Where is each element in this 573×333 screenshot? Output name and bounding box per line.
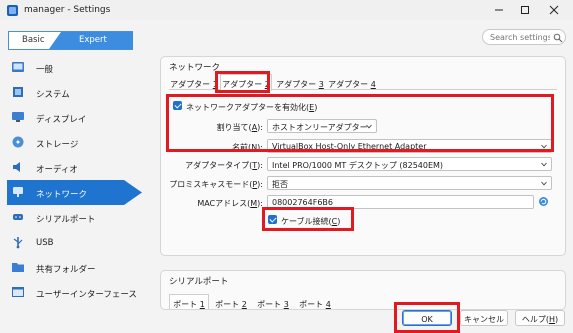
window-title: manager - Settings (24, 5, 111, 15)
window-icon (12, 287, 24, 297)
gear-icon (12, 62, 24, 72)
serial-port-panel: シリアルポート ポート 1 ポート 2 ポート 3 ポート 4 (160, 270, 566, 310)
tab-adapter-4[interactable]: アダプター 4 (327, 77, 377, 91)
promiscuous-mode-label: プロミスキャスモード(P): (169, 180, 263, 189)
search-icon[interactable] (553, 33, 563, 43)
sidebar-item-user-interface[interactable]: ユーザーインターフェース (7, 280, 142, 305)
refresh-mac-icon[interactable] (538, 196, 549, 207)
usb-icon (13, 237, 23, 249)
cancel-button[interactable]: キャンセル (460, 310, 508, 326)
sidebar-item-display[interactable]: ディスプレイ (7, 105, 142, 130)
sidebar-item-serial-port[interactable]: シリアルポート (7, 205, 142, 230)
sidebar-item-label: シリアルポート (36, 215, 96, 225)
help-button[interactable]: ヘルプ(H) (515, 310, 565, 326)
annotation-box-adapter-settings (166, 94, 554, 152)
sidebar-item-label: ネットワーク (36, 190, 88, 200)
mac-address-label: MACアドレス(M): (197, 199, 263, 208)
search-input[interactable] (490, 31, 550, 43)
speaker-icon (13, 162, 20, 172)
close-icon[interactable] (547, 3, 561, 17)
disk-icon (12, 136, 24, 148)
tab-port-1[interactable]: ポート 1 (169, 294, 209, 309)
promiscuous-mode-select[interactable]: 拒否 (267, 176, 552, 190)
sidebar-item-label: ユーザーインターフェース (36, 290, 137, 300)
sidebar-item-label: 一般 (36, 65, 54, 75)
title-bar: manager - Settings (0, 0, 573, 20)
mode-expert-button[interactable]: Expert (49, 32, 133, 49)
tab-adapter-3[interactable]: アダプター 3 (275, 77, 325, 91)
annotation-box-adapter-tab (215, 71, 270, 93)
mode-basic-button[interactable]: Basic (9, 32, 54, 49)
monitor-icon (12, 112, 24, 122)
sidebar-item-label: システム (36, 90, 70, 100)
sidebar-item-shared-folders[interactable]: 共有フォルダー (7, 255, 142, 280)
mode-toggle[interactable]: Basic Expert (8, 31, 133, 50)
serial-section-title: シリアルポート (169, 277, 229, 287)
folder-icon (12, 263, 24, 272)
chevron-down-icon (541, 162, 547, 167)
network-icon (13, 187, 23, 197)
sidebar-item-label: ストレージ (36, 140, 79, 150)
tab-port-4[interactable]: ポート 4 (295, 297, 335, 309)
tab-port-2[interactable]: ポート 2 (211, 297, 251, 309)
tab-port-3[interactable]: ポート 3 (253, 297, 293, 309)
chevron-down-icon (541, 181, 547, 186)
virtualbox-app-icon (7, 5, 18, 16)
sidebar-item-network[interactable]: ネットワーク (7, 180, 142, 205)
sidebar-item-usb[interactable]: USB (7, 230, 142, 255)
sidebar-item-storage[interactable]: ストレージ (7, 130, 142, 155)
sidebar-item-label: USB (36, 238, 54, 248)
serial-port-icon (13, 214, 23, 220)
sidebar-item-label: 共有フォルダー (36, 265, 96, 275)
minimize-icon[interactable] (492, 3, 506, 17)
sidebar-item-label: オーディオ (36, 165, 78, 175)
tab-adapter-1[interactable]: アダプター 1 (169, 77, 219, 91)
adapter-type-label: アダプタータイプ(T): (185, 161, 263, 170)
adapter-type-select[interactable]: Intel PRO/1000 MT デスクトップ (82540EM) (267, 157, 552, 171)
search-box[interactable] (482, 29, 566, 45)
annotation-box-ok (394, 302, 460, 333)
annotation-box-cable (262, 207, 354, 231)
chip-icon (13, 87, 23, 97)
sidebar-item-audio[interactable]: オーディオ (7, 155, 142, 180)
maximize-icon[interactable] (518, 3, 532, 17)
network-section-title: ネットワーク (169, 63, 221, 73)
sidebar-item-system[interactable]: システム (7, 80, 142, 105)
sidebar-item-general[interactable]: 一般 (7, 55, 142, 80)
sidebar-item-label: ディスプレイ (36, 115, 87, 125)
